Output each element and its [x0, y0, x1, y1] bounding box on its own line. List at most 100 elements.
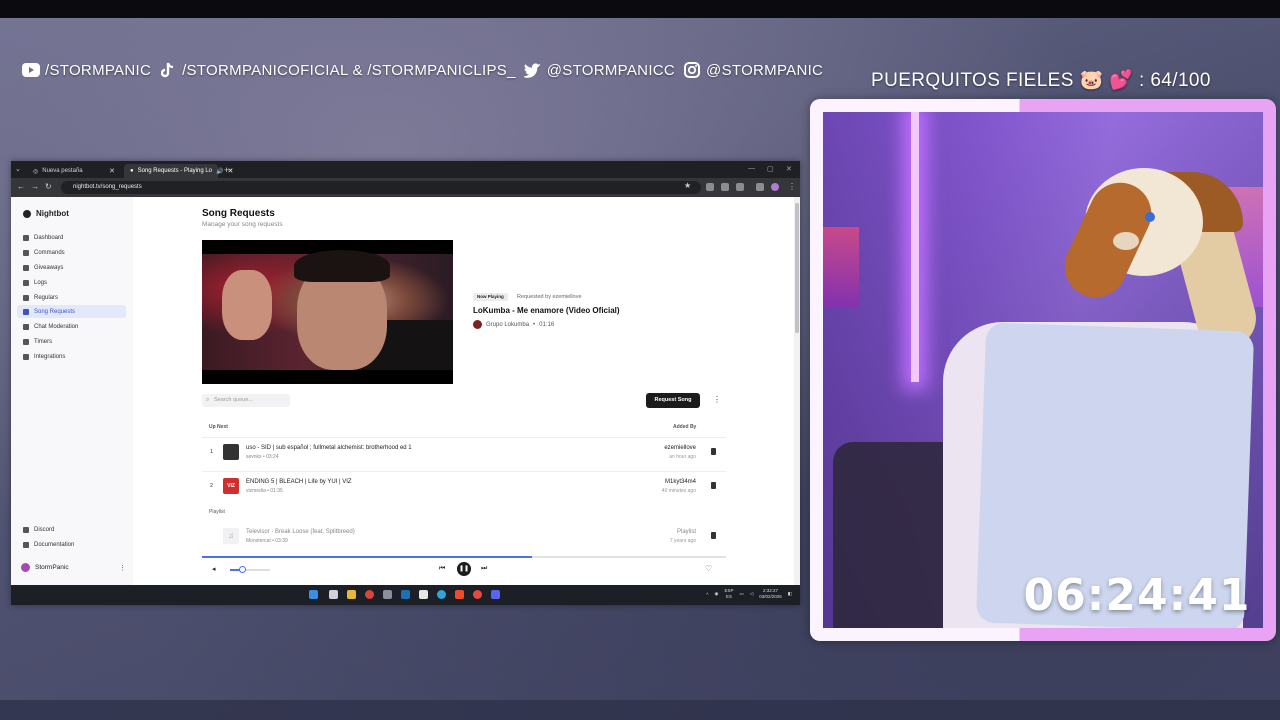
social-twitter: @STORMPANICC: [523, 61, 675, 79]
request-song-button[interactable]: Request Song: [646, 393, 700, 408]
webcam-feed: [823, 112, 1263, 628]
volume-icon[interactable]: ◂: [212, 565, 216, 573]
browser-window: ⌄ ◎ Nueva pestaña ✕ ● Song Requests - Pl…: [11, 161, 800, 605]
back-icon[interactable]: ←: [17, 182, 25, 191]
address-bar: ← → ↻ nightbot.tv/song_requests ★ ⋮: [11, 178, 800, 197]
queue-row[interactable]: 1 uso - SID | sub español ; fullmetal al…: [202, 437, 726, 467]
url-text: nightbot.tv/song_requests: [73, 184, 142, 190]
queue-row[interactable]: 2 VIZ ENDING 5 | BLEACH | Life by YUI | …: [202, 471, 726, 501]
sidebar-item-regulars[interactable]: Regulars: [17, 291, 126, 304]
search-placeholder: Search queue...: [214, 397, 253, 403]
network-icon[interactable]: ▭: [739, 591, 743, 597]
maximize-icon[interactable]: ▢: [767, 165, 774, 173]
social-text: @STORMPANIC: [706, 61, 824, 79]
app-icon[interactable]: [383, 590, 392, 599]
extension-icon[interactable]: [756, 183, 764, 191]
previous-icon[interactable]: ⏮: [439, 565, 445, 573]
sidebar-item-dashboard[interactable]: Dashboard: [17, 231, 126, 244]
chevron-up-icon[interactable]: ^: [706, 592, 708, 597]
url-field[interactable]: nightbot.tv/song_requests: [61, 181, 701, 194]
profile-avatar-icon[interactable]: [771, 183, 779, 191]
page-scrollbar[interactable]: [794, 197, 800, 585]
tab-strip: ⌄ ◎ Nueva pestaña ✕ ● Song Requests - Pl…: [11, 161, 800, 178]
channel-name[interactable]: Grupo Lokumba: [486, 322, 529, 328]
bottom-letterbox: [0, 700, 1280, 720]
language-indicator[interactable]: ESP ES: [724, 588, 733, 600]
globe-icon: ◎: [33, 168, 39, 175]
song-title: ENDING 5 | BLEACH | Life by YUI | VIZ: [246, 479, 352, 485]
mic-icon[interactable]: ◉: [715, 591, 719, 597]
close-window-icon[interactable]: ✕: [786, 165, 792, 173]
commands-icon: [23, 249, 29, 256]
volume-knob[interactable]: [239, 566, 246, 573]
now-playing-title[interactable]: LoKumba - Me enamore (Video Oficial): [473, 306, 620, 315]
more-options-icon[interactable]: ⋮: [713, 395, 721, 404]
sidebar-item-song-requests[interactable]: Song Requests: [17, 305, 126, 318]
sidebar-item-discord[interactable]: Discord: [17, 523, 126, 536]
volume-slider[interactable]: [230, 566, 270, 573]
task-view-icon[interactable]: [329, 590, 338, 599]
added-by: Playlist: [676, 529, 696, 535]
chrome-icon[interactable]: [473, 590, 482, 599]
bookmark-star-icon[interactable]: ★: [684, 181, 691, 190]
video-player[interactable]: [202, 240, 453, 384]
sidebar-item-logs[interactable]: Logs: [17, 276, 126, 289]
sidebar-item-timers[interactable]: Timers: [17, 335, 126, 348]
new-tab-button[interactable]: +: [224, 165, 229, 175]
brand[interactable]: Nightbot: [23, 209, 69, 218]
sidebar-item-integrations[interactable]: Integrations: [17, 350, 126, 363]
file-explorer-icon[interactable]: [347, 590, 356, 599]
heart-icon[interactable]: ♡: [705, 564, 712, 573]
sidebar-item-chat-moderation[interactable]: Chat Moderation: [17, 320, 126, 333]
obs-icon[interactable]: [419, 590, 428, 599]
trash-icon[interactable]: [711, 448, 716, 455]
logs-icon: [23, 279, 29, 286]
extension-icon[interactable]: [721, 183, 729, 191]
sidebar-item-label: Regulars: [34, 294, 59, 301]
search-input[interactable]: ⌕ Search queue...: [202, 394, 290, 407]
extension-icon[interactable]: [736, 183, 744, 191]
brand-name: Nightbot: [36, 209, 69, 218]
sidebar-item-commands[interactable]: Commands: [17, 246, 126, 259]
speaker-icon[interactable]: ◁: [750, 591, 753, 597]
sidebar-item-label: Chat Moderation: [34, 323, 79, 330]
video-hand: [222, 270, 272, 340]
notification-icon[interactable]: ◧: [788, 591, 792, 597]
close-icon[interactable]: ✕: [109, 167, 115, 175]
user-menu[interactable]: StormPanic ⋮: [21, 563, 126, 572]
menu-dots-icon[interactable]: ⋮: [788, 182, 796, 191]
windows-start-icon[interactable]: [309, 590, 318, 599]
sidebar-item-giveaways[interactable]: Giveaways: [17, 261, 126, 274]
forward-icon[interactable]: →: [31, 182, 39, 191]
tab-new[interactable]: ◎ Nueva pestaña ✕: [27, 164, 121, 178]
trash-icon[interactable]: [711, 482, 716, 489]
sidebar-item-documentation[interactable]: Documentation: [17, 538, 126, 551]
trash-icon[interactable]: [711, 532, 716, 539]
scrollbar-thumb[interactable]: [795, 203, 799, 333]
playback-progress[interactable]: [202, 556, 726, 558]
instagram-icon: [683, 61, 701, 79]
nightbot-icon: ●: [130, 168, 134, 174]
extension-icon[interactable]: [706, 183, 714, 191]
tab-search-icon[interactable]: ⌄: [15, 165, 21, 173]
tab-song-requests[interactable]: ● Song Requests - Playing Lo 🔊 ✕: [124, 164, 233, 178]
next-icon[interactable]: ⏭: [481, 565, 487, 573]
playlist-row[interactable]: ♫ Televisor - Break Loose (feat. Splitbr…: [202, 522, 726, 552]
reload-icon[interactable]: ↻: [45, 182, 52, 191]
steam-icon[interactable]: [401, 590, 410, 599]
integrations-icon: [23, 353, 29, 360]
clock[interactable]: 2:32:27 03/02/2026: [759, 588, 782, 600]
pause-button[interactable]: ❚❚: [457, 562, 471, 576]
discord-icon[interactable]: [491, 590, 500, 599]
more-icon[interactable]: ⋮: [119, 564, 126, 572]
chrome-icon[interactable]: [365, 590, 374, 599]
edge-icon[interactable]: [437, 590, 446, 599]
minimize-icon[interactable]: —: [748, 165, 755, 172]
giveaways-icon: [23, 264, 29, 271]
brave-icon[interactable]: [455, 590, 464, 599]
sidebar-item-label: Documentation: [34, 541, 75, 548]
song-meta: Monstercat • 03:39: [246, 538, 288, 544]
sidebar-item-label: Dashboard: [34, 234, 64, 241]
song-title: Televisor - Break Loose (feat. Splitbree…: [246, 529, 355, 535]
username: StormPanic: [35, 564, 69, 571]
